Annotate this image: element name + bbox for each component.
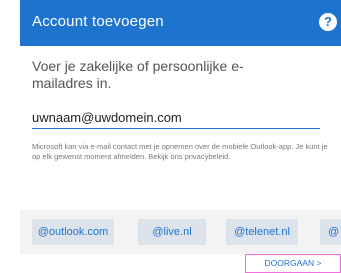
email-prompt: Voer je zakelijke of persoonlijke e-mail… bbox=[32, 58, 244, 91]
add-account-screen: Account toevoegen ? Voer je zakelijke of… bbox=[20, 0, 341, 273]
domain-chip-telenet[interactable]: @telenet.nl bbox=[226, 219, 298, 245]
domain-chip-outlook[interactable]: @outlook.com bbox=[32, 219, 114, 245]
domain-suggestions: @outlook.com @live.nl @telenet.nl @ bbox=[20, 210, 341, 254]
domain-chip-live[interactable]: @live.nl bbox=[138, 219, 206, 245]
help-icon[interactable]: ? bbox=[319, 13, 337, 31]
page-title: Account toevoegen bbox=[32, 13, 164, 30]
header-bar: Account toevoegen ? bbox=[20, 0, 341, 46]
email-field[interactable] bbox=[32, 106, 320, 129]
privacy-notice: Microsoft kan via e-mail contact met je … bbox=[32, 142, 328, 161]
domain-chip-more[interactable]: @ bbox=[320, 219, 341, 245]
footer-bar: DOORGAAN > bbox=[20, 254, 341, 273]
continue-button[interactable]: DOORGAAN > bbox=[245, 254, 341, 273]
